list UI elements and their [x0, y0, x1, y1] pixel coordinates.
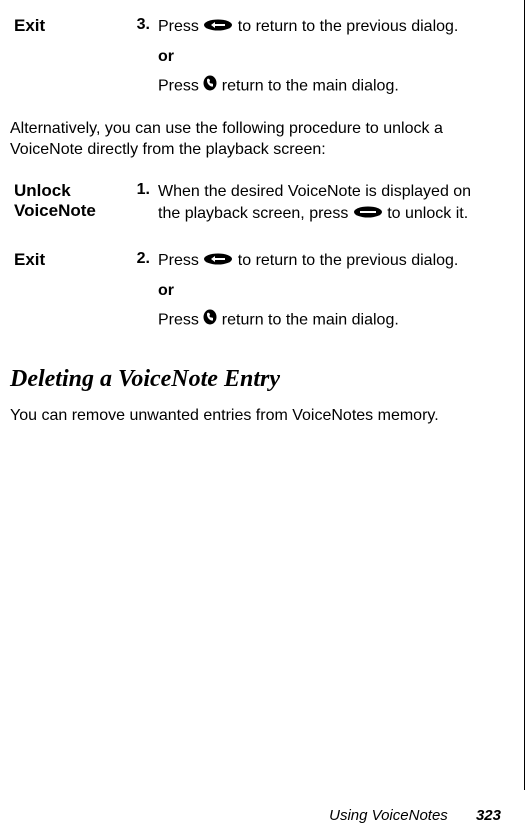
step-unlock-1: Unlock VoiceNote 1. When the desired Voi…	[10, 175, 486, 230]
paragraph: Alternatively, you can use the following…	[10, 118, 486, 161]
page-number: 323	[476, 807, 501, 824]
back-key-icon	[203, 16, 233, 38]
text: return to the main dialog.	[217, 78, 398, 95]
step-number: 2.	[130, 244, 154, 338]
text: Press	[158, 312, 203, 329]
back-key-icon	[203, 250, 233, 272]
paragraph: You can remove unwanted entries from Voi…	[10, 405, 486, 427]
text: to return to the previous dialog.	[233, 252, 458, 269]
section-heading: Deleting a VoiceNote Entry	[10, 366, 486, 393]
step-instruction: When the desired VoiceNote is displayed …	[154, 175, 486, 230]
text: to return to the previous dialog.	[233, 18, 458, 35]
page-footer: Using VoiceNotes 323	[329, 807, 501, 824]
step-exit-2: Exit 2. Press to return to the previous …	[10, 244, 486, 338]
step-exit-3: Exit 3. Press to return to the previous …	[10, 10, 486, 104]
step-label: Exit	[10, 244, 130, 338]
text: Press	[158, 252, 203, 269]
end-key-icon	[203, 75, 217, 98]
or-separator: or	[158, 280, 482, 302]
step-number: 3.	[130, 10, 154, 104]
page-content: Exit 3. Press to return to the previous …	[0, 0, 525, 790]
end-key-icon	[203, 309, 217, 332]
step-instruction: Press to return to the previous dialog. …	[154, 10, 486, 104]
step-number: 1.	[130, 175, 154, 230]
footer-section: Using VoiceNotes	[329, 807, 448, 824]
or-separator: or	[158, 46, 482, 68]
select-key-icon	[353, 203, 383, 225]
text: Press	[158, 78, 203, 95]
text: Press	[158, 18, 203, 35]
text: to unlock it.	[383, 205, 468, 222]
step-label: Exit	[10, 10, 130, 104]
step-instruction: Press to return to the previous dialog. …	[154, 244, 486, 338]
step-label: Unlock VoiceNote	[10, 175, 130, 230]
text: return to the main dialog.	[217, 312, 398, 329]
